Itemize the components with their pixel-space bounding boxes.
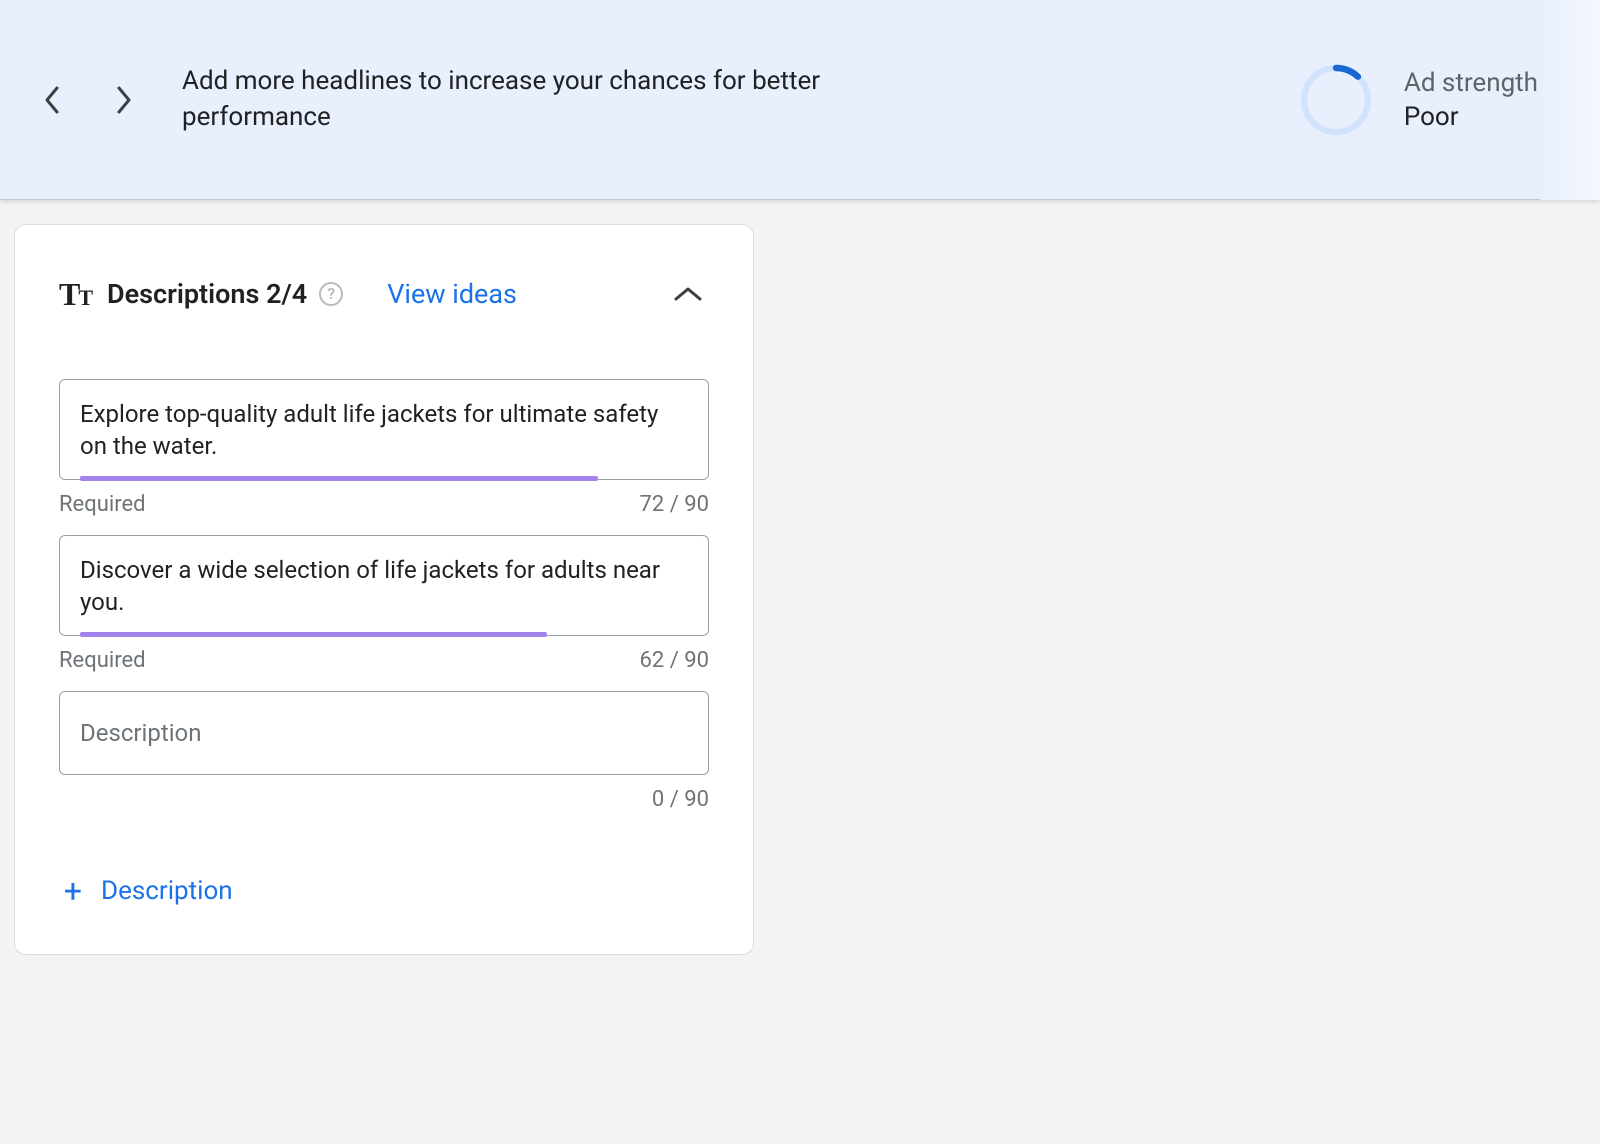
description-field: Description 0 / 90 xyxy=(59,691,709,812)
ad-strength-value: Poor xyxy=(1404,102,1570,132)
descriptions-title-text: Descriptions 2/4 xyxy=(107,278,307,310)
chevron-right-icon xyxy=(115,85,133,115)
collapse-button[interactable] xyxy=(667,273,709,315)
description-progress-bar xyxy=(80,476,598,481)
descriptions-card-header: TT Descriptions 2/4 ? View ideas xyxy=(59,273,709,315)
add-description-label: Description xyxy=(101,876,233,906)
descriptions-title: Descriptions 2/4 ? xyxy=(107,278,343,310)
chevron-up-icon xyxy=(673,285,703,303)
description-char-count: 72 / 90 xyxy=(640,492,709,517)
banner-nav xyxy=(34,82,142,118)
description-progress-bar xyxy=(80,632,547,637)
description-input[interactable]: Explore top-quality adult life jackets f… xyxy=(59,379,709,480)
banner-message: Add more headlines to increase your chan… xyxy=(182,64,862,134)
description-input[interactable]: Discover a wide selection of life jacket… xyxy=(59,535,709,636)
description-required-label: Required xyxy=(59,492,146,517)
description-meta: 0 / 90 xyxy=(59,787,709,812)
description-char-count: 62 / 90 xyxy=(640,648,709,673)
plus-icon: + xyxy=(59,872,87,910)
description-meta: Required 72 / 90 xyxy=(59,492,709,517)
descriptions-card: TT Descriptions 2/4 ? View ideas Explore… xyxy=(14,224,754,955)
ad-strength-label-text: Ad strength xyxy=(1404,68,1538,98)
description-required-label: Required xyxy=(59,648,146,673)
prev-tip-button[interactable] xyxy=(34,82,70,118)
help-icon[interactable]: ? xyxy=(319,282,343,306)
chevron-left-icon xyxy=(43,85,61,115)
description-meta: Required 62 / 90 xyxy=(59,648,709,673)
descriptions-list: Explore top-quality adult life jackets f… xyxy=(59,379,709,812)
add-description-button[interactable]: + Description xyxy=(59,872,233,910)
ad-strength-donut xyxy=(1296,60,1376,140)
ad-strength: Ad strength ? Poor xyxy=(1296,60,1570,140)
description-input[interactable]: Description xyxy=(59,691,709,775)
next-tip-button[interactable] xyxy=(106,82,142,118)
help-icon[interactable]: ? xyxy=(1546,71,1570,95)
ad-strength-label: Ad strength ? xyxy=(1404,68,1570,98)
text-format-icon: TT xyxy=(59,276,91,313)
description-field: Discover a wide selection of life jacket… xyxy=(59,535,709,673)
description-field: Explore top-quality adult life jackets f… xyxy=(59,379,709,517)
ad-strength-banner: Add more headlines to increase your chan… xyxy=(0,0,1600,200)
description-char-count: 0 / 90 xyxy=(652,787,709,812)
main-area: TT Descriptions 2/4 ? View ideas Explore… xyxy=(0,200,1600,955)
view-ideas-link[interactable]: View ideas xyxy=(387,278,517,310)
